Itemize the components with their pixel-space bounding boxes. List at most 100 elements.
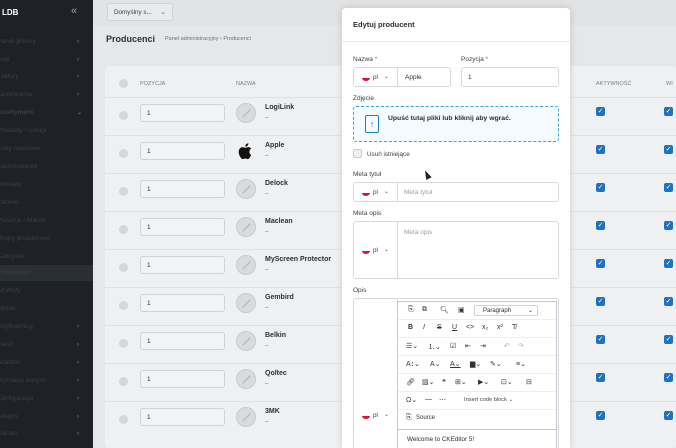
extra-checkbox[interactable]: ✓ bbox=[664, 221, 673, 230]
meta-title-input[interactable]: Meta tytuł bbox=[404, 189, 432, 196]
producer-name[interactable]: 3MK bbox=[265, 408, 280, 415]
sidebar-item[interactable]: Kody rabatowe bbox=[0, 141, 93, 157]
select-all-icon[interactable]: ▣ bbox=[458, 306, 465, 314]
position-input[interactable]: 1 bbox=[140, 142, 225, 160]
sidebar-item[interactable]: Dostawy bbox=[0, 177, 93, 193]
row-select-checkbox[interactable] bbox=[119, 301, 128, 310]
special-characters-icon[interactable]: ⊟ bbox=[526, 378, 532, 386]
indent-icon[interactable]: ⇥ bbox=[480, 342, 486, 350]
table-icon[interactable]: ⊞⌄ bbox=[455, 378, 467, 386]
code-block-language-select[interactable]: Insert code block ⌄ bbox=[461, 395, 517, 406]
alignment-icon[interactable]: ≡⌄ bbox=[516, 360, 526, 368]
row-select-checkbox[interactable] bbox=[119, 339, 128, 348]
double-chevron-left-icon[interactable]: « bbox=[71, 5, 77, 17]
editor-content-area[interactable]: Welcome to CKEditor 5! bbox=[398, 429, 556, 448]
omega-icon[interactable]: Ω⌄ bbox=[406, 396, 417, 404]
header-name[interactable]: NAZWA bbox=[236, 81, 256, 87]
breadcrumb[interactable]: Panel administracyjny › Producenci bbox=[165, 36, 251, 42]
remove-existing-checkbox[interactable] bbox=[353, 149, 362, 158]
source-button[interactable]: Source bbox=[416, 415, 435, 421]
active-checkbox[interactable]: ✓ bbox=[596, 107, 605, 116]
description-lang-select[interactable]: pl ⌄ bbox=[354, 299, 398, 448]
position-input[interactable]: 1 bbox=[140, 218, 225, 236]
sidebar-item[interactable]: Zlando › bbox=[0, 426, 93, 442]
sidebar-item[interactable]: Kategorie bbox=[0, 249, 93, 265]
extra-checkbox[interactable]: ✓ bbox=[664, 183, 673, 192]
shop-select[interactable]: Domyślny s... ⌄ bbox=[107, 3, 173, 21]
active-checkbox[interactable]: ✓ bbox=[596, 221, 605, 230]
blockquote-icon[interactable]: ❝ bbox=[442, 378, 446, 386]
sidebar-item[interactable]: Panel główny › bbox=[0, 34, 93, 50]
code-icon[interactable]: <> bbox=[466, 324, 474, 331]
producer-name[interactable]: Qoltec bbox=[265, 370, 287, 377]
sidebar-item[interactable]: Treść › bbox=[0, 337, 93, 353]
active-checkbox[interactable]: ✓ bbox=[596, 411, 605, 420]
row-select-checkbox[interactable] bbox=[119, 377, 128, 386]
active-checkbox[interactable]: ✓ bbox=[596, 297, 605, 306]
header-extra[interactable]: WI bbox=[666, 81, 673, 87]
sidebar-item[interactable]: Cenniki bbox=[0, 195, 93, 211]
header-active[interactable]: AKTYWNOŚĆ bbox=[596, 81, 631, 87]
bulleted-list-icon[interactable]: ☰⌄ bbox=[406, 342, 418, 350]
font-family-icon[interactable]: A⌄ bbox=[430, 360, 441, 368]
font-background-icon[interactable]: ▆⌄ bbox=[470, 360, 481, 368]
sidebar-item[interactable]: Faktury › bbox=[0, 69, 93, 85]
outdent-icon[interactable]: ⇤ bbox=[465, 342, 471, 350]
font-size-icon[interactable]: A↕⌄ bbox=[406, 360, 420, 368]
undo-icon[interactable]: ↶ bbox=[504, 342, 510, 350]
sidebar-item[interactable]: Producenci bbox=[0, 265, 93, 281]
active-checkbox[interactable]: ✓ bbox=[596, 145, 605, 154]
active-checkbox[interactable]: ✓ bbox=[596, 183, 605, 192]
highlight-icon[interactable]: ✎⌄ bbox=[490, 360, 502, 368]
position-input[interactable]: 1 bbox=[140, 332, 225, 350]
sidebar-item[interactable]: Asortyment ⌄ bbox=[0, 105, 93, 121]
sidebar-item[interactable]: Zamówienia › bbox=[0, 87, 93, 103]
bold-icon[interactable]: B bbox=[408, 324, 413, 331]
underline-icon[interactable]: U bbox=[452, 324, 457, 331]
active-checkbox[interactable]: ✓ bbox=[596, 259, 605, 268]
row-select-checkbox[interactable] bbox=[119, 225, 128, 234]
select-all-checkbox[interactable] bbox=[119, 79, 128, 88]
row-select-checkbox[interactable] bbox=[119, 111, 128, 120]
horizontal-line-icon[interactable]: — bbox=[425, 396, 432, 403]
extra-checkbox[interactable]: ✓ bbox=[664, 297, 673, 306]
name-lang-select[interactable]: pl ⌄ bbox=[354, 68, 398, 86]
extra-checkbox[interactable]: ✓ bbox=[664, 411, 673, 420]
sidebar-item[interactable]: Logi › bbox=[0, 52, 93, 68]
find-replace-icon[interactable]: ⎘ bbox=[408, 306, 414, 314]
link-icon[interactable]: 🔗︎ bbox=[406, 378, 415, 386]
sidebar-item[interactable]: Allegro › bbox=[0, 409, 93, 425]
position-input[interactable]: 1 bbox=[140, 180, 225, 198]
active-checkbox[interactable]: ✓ bbox=[596, 335, 605, 344]
sidebar-item[interactable]: Szablon › bbox=[0, 355, 93, 371]
producer-name[interactable]: Gembird bbox=[265, 294, 294, 301]
redo-icon[interactable]: ↷ bbox=[518, 342, 524, 350]
row-select-checkbox[interactable] bbox=[119, 149, 128, 158]
extra-checkbox[interactable]: ✓ bbox=[664, 259, 673, 268]
subscript-icon[interactable]: x₂ bbox=[482, 324, 488, 331]
image-icon[interactable]: ▨⌄ bbox=[422, 378, 434, 386]
copy-format-icon[interactable]: ⧉ bbox=[422, 306, 427, 314]
photo-dropzone[interactable]: ↑ Upuść tutaj pliki lub kliknij aby wgra… bbox=[353, 106, 559, 142]
extra-checkbox[interactable]: ✓ bbox=[664, 373, 673, 382]
row-select-checkbox[interactable] bbox=[119, 263, 128, 272]
media-embed-icon[interactable]: ▶⌄ bbox=[478, 378, 489, 386]
sidebar-item[interactable]: Użytkownicy › bbox=[0, 319, 93, 335]
sidebar-item[interactable]: Atrybuty bbox=[0, 283, 93, 299]
sidebar-item[interactable]: Produkty / Usługi bbox=[0, 123, 93, 139]
remove-format-icon[interactable]: T̸ bbox=[512, 324, 516, 331]
producer-name[interactable]: LogiLink bbox=[265, 104, 294, 111]
logo[interactable]: LDB bbox=[2, 8, 18, 17]
page-break-icon[interactable]: ⋯ bbox=[439, 396, 446, 404]
paragraph-format-select[interactable]: Paragraph ⌄ bbox=[474, 305, 538, 316]
search-icon[interactable]: 🔍︎ bbox=[440, 306, 449, 314]
position-input[interactable]: 1 bbox=[140, 294, 225, 312]
extra-checkbox[interactable]: ✓ bbox=[664, 145, 673, 154]
position-input[interactable]: 1 bbox=[140, 104, 225, 122]
position-input[interactable]: 1 bbox=[140, 408, 225, 426]
sidebar-item[interactable]: Zastosowanie bbox=[0, 159, 93, 175]
position-input[interactable]: 1 bbox=[461, 67, 559, 87]
producer-name[interactable]: Maclean bbox=[265, 218, 293, 225]
producer-name[interactable]: MyScreen Protector bbox=[265, 256, 331, 263]
producer-name[interactable]: Delock bbox=[265, 180, 288, 187]
